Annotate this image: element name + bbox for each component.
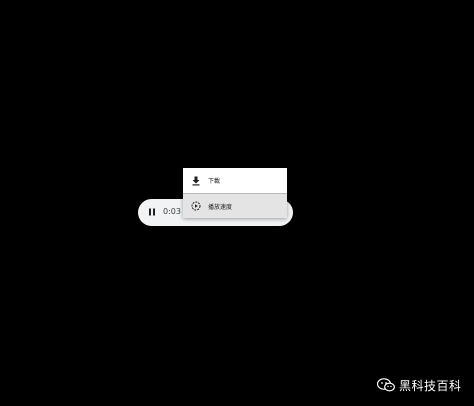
playback-speed-icon xyxy=(191,201,201,211)
pause-button[interactable] xyxy=(144,204,160,220)
menu-item-label: 播放速度 xyxy=(208,203,233,211)
menu-item-playback-speed[interactable]: 播放速度 xyxy=(183,193,287,218)
menu-item-label: 下載 xyxy=(208,178,221,185)
menu-item-download[interactable]: 下載 xyxy=(183,168,287,193)
watermark: 黑科技百科 xyxy=(377,376,462,394)
wechat-logo-icon xyxy=(377,378,395,392)
download-icon xyxy=(191,176,201,186)
pause-icon xyxy=(149,208,155,216)
watermark-text: 黑科技百科 xyxy=(399,378,462,393)
video-stage: 0:03 / 下載 播放速度 黑科技百科 xyxy=(0,0,474,406)
context-menu: 下載 播放速度 xyxy=(183,168,287,218)
